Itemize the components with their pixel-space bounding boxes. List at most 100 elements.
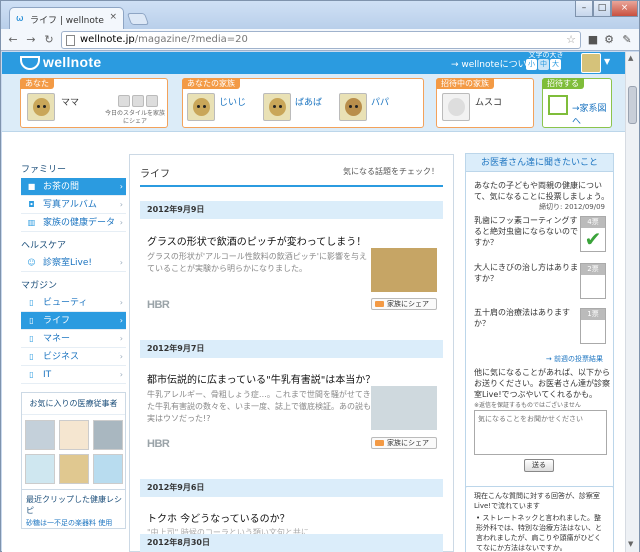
doctor-thumb[interactable] — [25, 454, 55, 484]
sidebar-item-clinic-live[interactable]: ☺ 診察室Live! › — [21, 254, 126, 272]
favorite-doctors-box: お気に入りの医療従事者 最近クリップした健康レシピ 砂糖は一不足の楽器料 使用 — [21, 392, 126, 529]
chevron-right-icon: › — [119, 316, 123, 325]
scrollbar-thumb[interactable] — [628, 86, 637, 124]
doctor-thumb[interactable] — [59, 454, 89, 484]
sidebar-item-money[interactable]: ▯ マネー › — [21, 330, 126, 348]
vote-button[interactable]: 4票 ✔ — [580, 216, 606, 252]
sidebar-section-magazine: マガジン — [21, 281, 58, 291]
browser-tab[interactable]: ω ライフ | wellnote × — [9, 7, 124, 29]
font-large-button[interactable]: 大 — [550, 59, 561, 70]
book-icon: ▯ — [29, 352, 34, 361]
page-menu-icon[interactable]: ⚙ — [601, 32, 617, 48]
sidebar-item-health-data[interactable]: ▥ 家族の健康データ › — [21, 214, 126, 232]
reload-icon[interactable]: ↻ — [41, 32, 57, 48]
article-image[interactable] — [371, 386, 437, 430]
scroll-up-icon[interactable]: ▲ — [628, 54, 633, 62]
font-small-button[interactable]: 小 — [526, 59, 537, 70]
ask-text: 他に気になることがあれば、以下からお送りください。お医者さん達が診察室Live!… — [474, 368, 610, 399]
me-avatar[interactable] — [27, 93, 55, 121]
past-results-link[interactable]: → 前週の投票結果 — [546, 354, 603, 364]
family-tree-link[interactable]: →家系図へ — [572, 101, 611, 127]
member-avatar[interactable] — [263, 93, 291, 121]
recent-recipe-item[interactable]: 砂糖は一不足の楽器料 使用 — [22, 516, 125, 528]
new-tab-button[interactable] — [126, 13, 150, 25]
chevron-right-icon: › — [119, 370, 123, 379]
url-path: /magazine/?media=20 — [134, 34, 248, 45]
family-share-icon — [375, 301, 384, 307]
close-window-button[interactable]: × — [611, 1, 638, 17]
recent-recipes-title: 最近クリップした健康レシピ — [22, 489, 125, 516]
member-avatar[interactable] — [187, 93, 215, 121]
extension-icon[interactable]: ■ — [585, 32, 601, 48]
book-icon: ▯ — [29, 298, 34, 307]
family-share-icon — [375, 440, 384, 446]
scroll-down-icon[interactable]: ▼ — [628, 540, 633, 548]
share-button[interactable]: 家族にシェア — [371, 437, 437, 449]
member-avatar[interactable] — [339, 93, 367, 121]
vote-intro: あなたの子どもや両親の健康について、気になることに投票しましょう。 — [474, 181, 610, 201]
family-tree-icon[interactable] — [548, 95, 568, 115]
doctor-icon: ☺ — [27, 258, 36, 267]
me-tag: あなた — [20, 78, 54, 89]
user-menu-caret-icon[interactable]: ▼ — [604, 57, 610, 66]
article-date: 2012年9月7日 — [140, 340, 443, 358]
send-button[interactable]: 送る — [524, 459, 554, 472]
minimize-button[interactable]: – — [575, 1, 593, 17]
bookmark-star-icon[interactable]: ☆ — [566, 32, 576, 48]
vote-count: 2票 — [581, 264, 605, 275]
wellnote-logo[interactable]: wellnote — [20, 54, 101, 71]
inviting-tag: 招待中の家族 — [436, 78, 494, 89]
url-host: wellnote.jp — [80, 34, 135, 45]
tab-title: ライフ | wellnote — [30, 16, 104, 26]
sidebar-section-family: ファミリー — [21, 165, 67, 175]
camera-icon: ◘ — [28, 200, 35, 209]
article-image[interactable] — [371, 248, 437, 292]
share-button[interactable]: 家族にシェア — [371, 298, 437, 310]
about-link[interactable]: → wellnoteについて — [451, 57, 535, 70]
wellnote-favicon-icon: ω — [16, 14, 24, 24]
source-logo: HBR — [147, 299, 170, 311]
sidebar-item-album[interactable]: ◘ 写真アルバム › — [21, 196, 126, 214]
doctor-thumb[interactable] — [59, 420, 89, 450]
article-title[interactable]: トクホ 今どうなっているのか？ — [147, 510, 377, 525]
vote-button[interactable]: 2票 — [580, 263, 606, 299]
question-textarea[interactable] — [474, 410, 607, 455]
browser-toolbar: ← → ↻ wellnote.jp/magazine/?media=20 ☆ ■… — [1, 29, 639, 51]
vertical-scrollbar[interactable]: ▲ ▼ — [625, 52, 639, 552]
tab-close-icon[interactable]: × — [109, 12, 117, 22]
page-tagline: 気になる話題をチェック！ — [343, 167, 439, 176]
inviting-avatar[interactable] — [442, 93, 470, 121]
doctor-thumb[interactable] — [93, 420, 123, 450]
sidebar-item-it[interactable]: ▯ IT › — [21, 366, 126, 384]
back-icon[interactable]: ← — [5, 32, 21, 48]
vote-button[interactable]: 1票 — [580, 308, 606, 344]
sidebar-item-life[interactable]: ▯ ライフ › — [21, 312, 126, 330]
vote-question: 乳歯にフッ素コーティングすると絶対虫歯にならないのですか？ — [474, 216, 578, 247]
doctor-thumb[interactable] — [93, 454, 123, 484]
sidebar-item-ochanoma[interactable]: ■ お茶の間 › — [21, 178, 126, 196]
sidebar-section-healthcare: ヘルスケア — [21, 241, 67, 251]
article-title[interactable]: 都市伝説的に広まっている"牛乳有害説"は本当か？ — [147, 371, 377, 386]
article-date: 2012年9月6日 — [140, 479, 443, 497]
article-body: グラスの形状が'アルコール性飲料の飲酒ピッチ'に影響を与えていることが実験から明… — [147, 252, 367, 273]
member-name[interactable]: じいじ — [219, 95, 246, 108]
stamp-icon[interactable] — [132, 95, 144, 107]
wrench-icon[interactable]: ✎ — [619, 32, 635, 48]
maximize-button[interactable]: □ — [593, 1, 611, 17]
user-avatar[interactable] — [581, 53, 601, 73]
sidebar-item-business[interactable]: ▯ ビジネス › — [21, 348, 126, 366]
family-tag: あなたの家族 — [182, 78, 240, 89]
member-name[interactable]: ばあば — [295, 95, 322, 108]
live-answer-item[interactable]: • ストレートネックと言われました。整形外科では、特別な治療方法はない、と言われ… — [476, 513, 606, 552]
doctor-thumb[interactable] — [25, 420, 55, 450]
sidebar-item-beauty[interactable]: ▯ ビューティ › — [21, 294, 126, 312]
forward-icon[interactable]: → — [23, 32, 39, 48]
stamp-icon[interactable] — [118, 95, 130, 107]
address-bar[interactable]: wellnote.jp/magazine/?media=20 ☆ — [61, 31, 581, 49]
font-medium-button[interactable]: 中 — [538, 59, 549, 70]
member-name[interactable]: パパ — [371, 95, 389, 108]
chevron-right-icon: › — [119, 352, 123, 361]
vote-deadline: 締切り: 2012/09/09 — [539, 203, 605, 211]
article-title[interactable]: グラスの形状で飲酒のピッチが変わってしまう！ — [147, 233, 377, 248]
stamp-icon[interactable] — [146, 95, 158, 107]
